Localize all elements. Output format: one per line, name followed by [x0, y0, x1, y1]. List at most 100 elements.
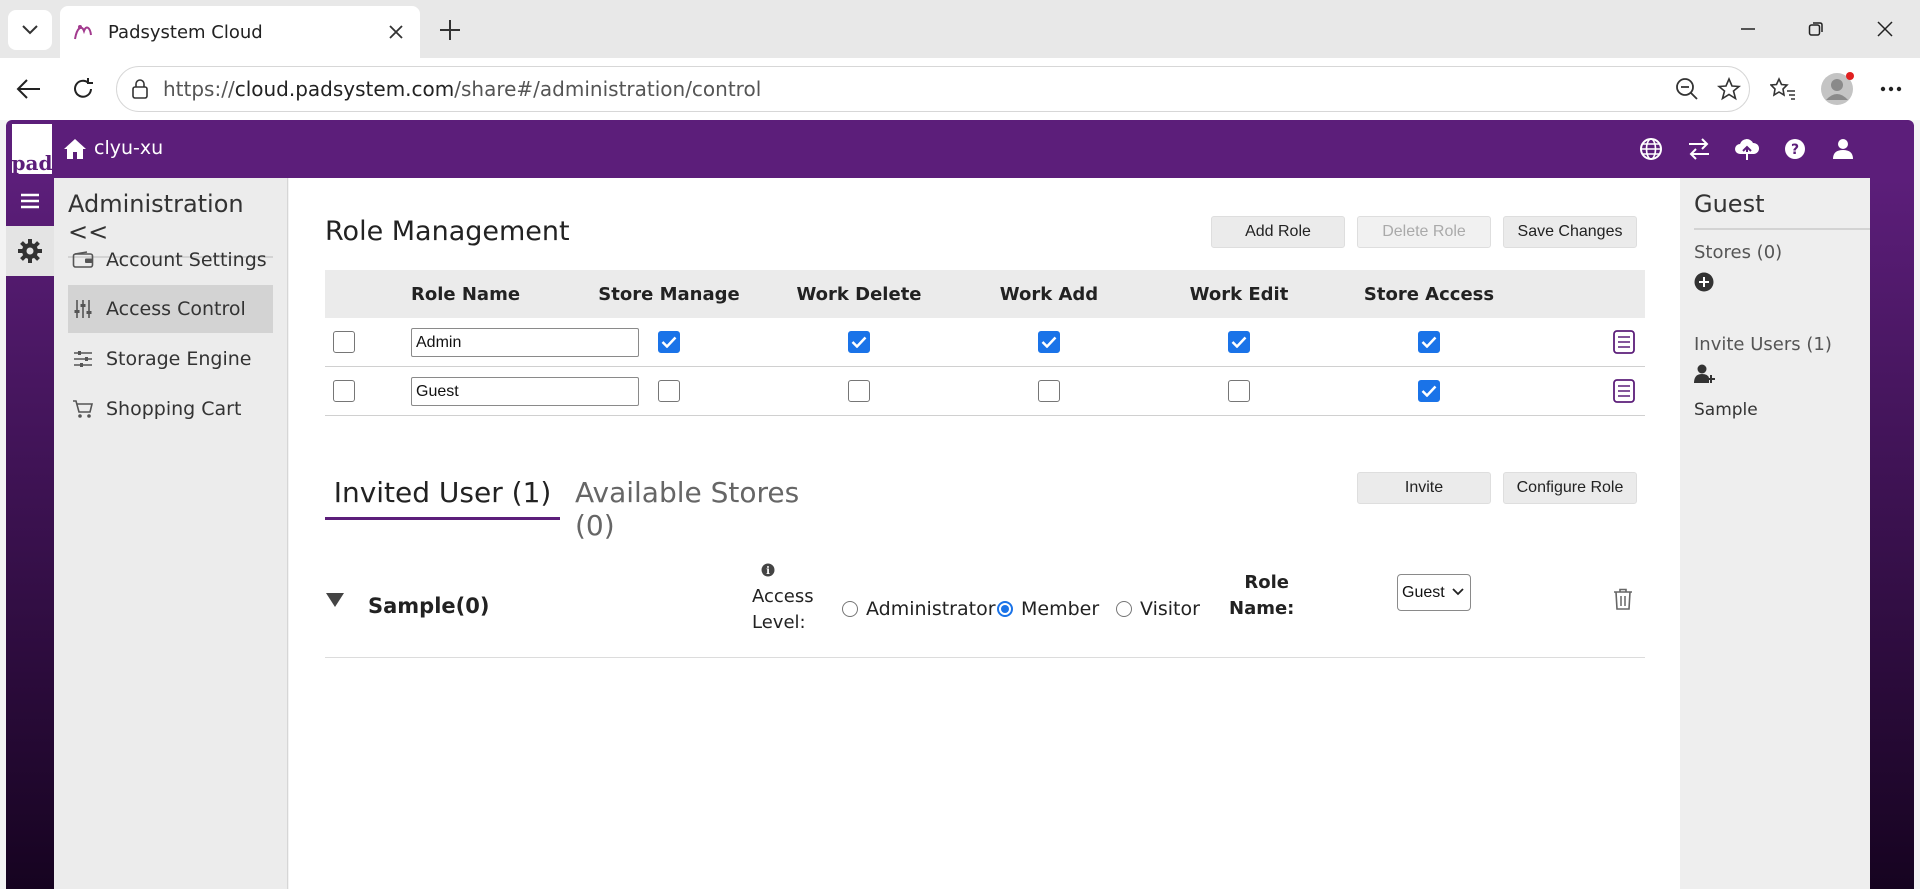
perm-store-access-checkbox[interactable]	[1418, 380, 1440, 402]
perm-store-manage-checkbox[interactable]	[658, 331, 680, 353]
save-changes-button[interactable]: Save Changes	[1503, 216, 1637, 248]
perm-store-manage-checkbox[interactable]	[658, 380, 680, 402]
invite-button[interactable]: Invite	[1357, 472, 1491, 504]
profile-icon	[1821, 72, 1854, 105]
pad-logo[interactable]: pad	[12, 124, 52, 174]
settings-rail-item[interactable]	[6, 226, 54, 276]
tab-available-stores[interactable]: Available Stores (0)	[575, 468, 825, 542]
browser-menu-button[interactable]	[1876, 74, 1906, 104]
role-table-header: Role Name Store Manage Work Delete Work …	[325, 270, 1645, 318]
row-select-checkbox[interactable]	[333, 380, 355, 402]
address-bar: https://cloud.padsystem.com/share#/admin…	[0, 58, 1920, 120]
browser-tab[interactable]: Padsystem Cloud	[60, 6, 420, 58]
new-tab-button[interactable]	[436, 16, 464, 44]
close-window-button[interactable]	[1870, 14, 1900, 44]
language-button[interactable]	[1636, 134, 1666, 164]
url-field[interactable]: https://cloud.padsystem.com/share#/admin…	[116, 66, 1750, 112]
tab-close-button[interactable]	[386, 22, 406, 42]
caret-down-icon	[326, 593, 344, 607]
restore-button[interactable]	[1801, 14, 1831, 44]
role-details-button[interactable]	[1613, 330, 1635, 354]
admin-sidebar: Administration << Account Settings Acces…	[54, 178, 288, 889]
add-store-button[interactable]	[1694, 272, 1714, 292]
account-button[interactable]	[1828, 134, 1858, 164]
current-user: clyu-xu	[94, 137, 164, 159]
invited-user-item[interactable]: Sample	[1694, 400, 1758, 420]
profile-avatar[interactable]	[1820, 72, 1854, 106]
perm-store-access-checkbox[interactable]	[1418, 331, 1440, 353]
perm-work-delete-checkbox[interactable]	[848, 331, 870, 353]
radio-dot	[997, 601, 1013, 617]
cloud-upload-icon	[1735, 139, 1760, 160]
chevron-down-icon	[22, 25, 38, 35]
sidebar-item-storage-engine[interactable]: Storage Engine	[68, 335, 273, 383]
sidebar-item-shopping-cart[interactable]: Shopping Cart	[68, 385, 273, 433]
reload-button[interactable]	[68, 74, 98, 104]
role-name-input[interactable]	[411, 328, 639, 357]
delete-role-button[interactable]: Delete Role	[1357, 216, 1491, 248]
help-button[interactable]: ?	[1780, 134, 1810, 164]
cart-icon	[70, 398, 96, 420]
add-user-button[interactable]	[1694, 364, 1716, 384]
home-button[interactable]	[60, 134, 90, 164]
transfer-icon	[1689, 138, 1709, 160]
plus-icon	[440, 20, 460, 40]
padsystem-favicon	[74, 25, 92, 40]
plus-circle-icon	[1694, 272, 1714, 292]
perm-work-edit-checkbox[interactable]	[1228, 331, 1250, 353]
app-header: pad clyu-xu ?	[6, 120, 1914, 178]
perm-work-delete-checkbox[interactable]	[848, 380, 870, 402]
column-header-work-edit: Work Edit	[1189, 283, 1289, 305]
url-text: https://cloud.padsystem.com/share#/admin…	[163, 77, 762, 101]
minimize-button[interactable]	[1733, 14, 1763, 44]
page-title: Role Management	[325, 216, 570, 247]
sidebar-item-label: Shopping Cart	[106, 398, 242, 420]
column-header-work-delete: Work Delete	[796, 283, 922, 305]
column-header-role-name: Role Name	[411, 283, 521, 305]
browser-tab-strip: Padsystem Cloud	[0, 0, 1920, 58]
access-level-member-radio[interactable]: Member	[997, 598, 1099, 620]
list-details-icon	[1613, 379, 1635, 403]
transfer-button[interactable]	[1684, 134, 1714, 164]
home-icon	[64, 139, 86, 159]
cloud-upload-button[interactable]	[1732, 134, 1762, 164]
sidebar-item-label: Account Settings	[106, 249, 267, 271]
radio-dot	[1116, 601, 1132, 617]
minimize-icon	[1741, 28, 1755, 30]
add-role-button[interactable]: Add Role	[1211, 216, 1345, 248]
info-icon[interactable]: i	[761, 563, 775, 577]
zoom-icon[interactable]	[1675, 77, 1699, 101]
tab-invited-user[interactable]: Invited User (1)	[325, 468, 560, 520]
perm-work-edit-checkbox[interactable]	[1228, 380, 1250, 402]
access-level-administrator-radio[interactable]: Administrator	[842, 598, 996, 620]
role-select[interactable]: Guest	[1397, 574, 1471, 611]
role-details-button[interactable]	[1613, 379, 1635, 403]
expand-toggle[interactable]	[325, 592, 345, 608]
access-level-label: Access Level:	[752, 586, 814, 633]
role-row-admin	[325, 318, 1645, 367]
tab-title: Padsystem Cloud	[108, 21, 263, 43]
reload-icon	[74, 78, 93, 98]
perm-work-add-checkbox[interactable]	[1038, 331, 1060, 353]
star-icon[interactable]	[1717, 77, 1741, 101]
user-icon	[1833, 139, 1853, 159]
favorites-button[interactable]	[1768, 74, 1798, 104]
configure-role-button[interactable]: Configure Role	[1503, 472, 1637, 504]
perm-work-add-checkbox[interactable]	[1038, 380, 1060, 402]
row-select-checkbox[interactable]	[333, 331, 355, 353]
tab-list-button[interactable]	[8, 10, 52, 50]
menu-toggle-button[interactable]	[6, 178, 54, 224]
wallet-icon	[70, 249, 96, 271]
role-name-label: Role Name:	[1229, 572, 1295, 619]
sidebar-item-account-settings[interactable]: Account Settings	[68, 236, 273, 284]
invited-user-row: Sample(0) i Access Level: Administrator …	[325, 558, 1645, 658]
role-name-input[interactable]	[411, 377, 639, 406]
invite-users-label: Invite Users (1)	[1694, 334, 1832, 355]
access-level-visitor-radio[interactable]: Visitor	[1116, 598, 1200, 620]
back-button[interactable]	[14, 74, 44, 104]
sidebar-item-label: Storage Engine	[106, 348, 252, 370]
role-table: Role Name Store Manage Work Delete Work …	[325, 270, 1645, 416]
close-icon	[389, 25, 403, 39]
sidebar-item-access-control[interactable]: Access Control	[68, 285, 273, 333]
remove-user-button[interactable]	[1613, 588, 1633, 610]
